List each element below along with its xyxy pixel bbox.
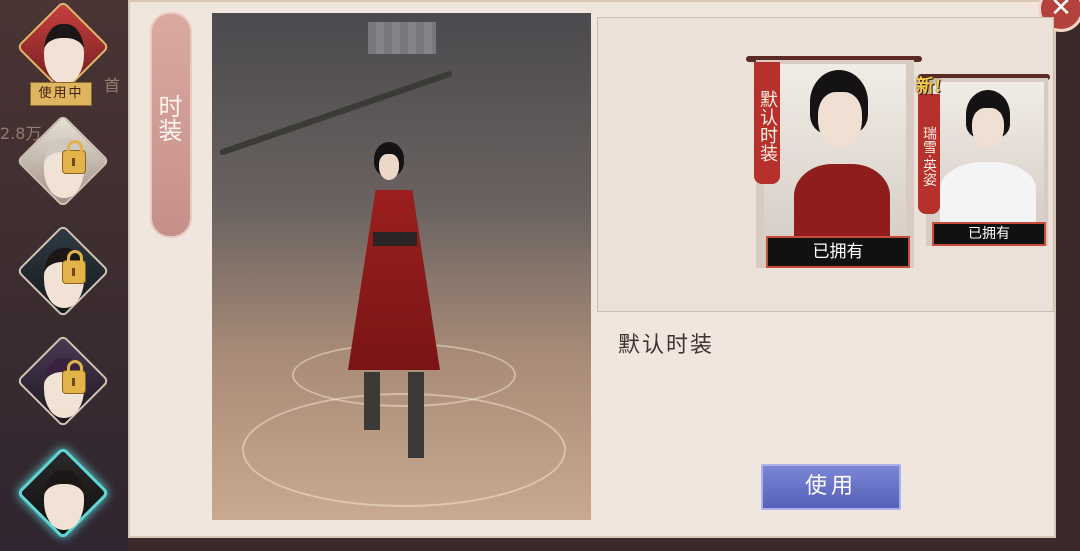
costume-card-new[interactable] xyxy=(926,78,1048,246)
selected-costume-name: 默认时装 xyxy=(618,333,715,358)
char-slot-5[interactable] xyxy=(16,446,110,540)
blurred-name xyxy=(368,22,436,54)
owned-tag: 已拥有 xyxy=(766,236,910,268)
character-portrait xyxy=(44,24,84,84)
char-slot-4[interactable] xyxy=(16,334,110,428)
costume-ribbon: 瑞雪·英姿 xyxy=(918,94,940,214)
floor-ring xyxy=(242,393,566,507)
side-text-1: 首 xyxy=(104,76,121,95)
tab-label: 时装 xyxy=(154,94,182,142)
costume-portrait xyxy=(930,82,1044,222)
costume-ribbon: 默认时装 xyxy=(754,62,780,184)
char-slot-3[interactable] xyxy=(16,224,110,318)
character-face xyxy=(379,154,399,180)
in-use-badge: 使用中 xyxy=(30,82,92,106)
tab-costume[interactable]: 时装 xyxy=(150,12,192,238)
character-leg xyxy=(408,372,424,458)
lock-icon xyxy=(62,250,86,284)
character-leg xyxy=(364,372,380,430)
costume-portrait xyxy=(764,64,906,240)
character-list: 首 2.8万 使用中 xyxy=(0,0,128,551)
char-slot-1[interactable] xyxy=(16,0,110,94)
lock-icon xyxy=(62,140,86,174)
owned-tag: 已拥有 xyxy=(932,222,1046,246)
new-badge: 新! xyxy=(916,76,942,97)
use-button[interactable]: 使用 xyxy=(761,464,901,510)
character-sash xyxy=(373,232,417,246)
character-portrait xyxy=(44,470,84,530)
lock-icon xyxy=(62,360,86,394)
char-slot-2[interactable] xyxy=(16,114,110,208)
